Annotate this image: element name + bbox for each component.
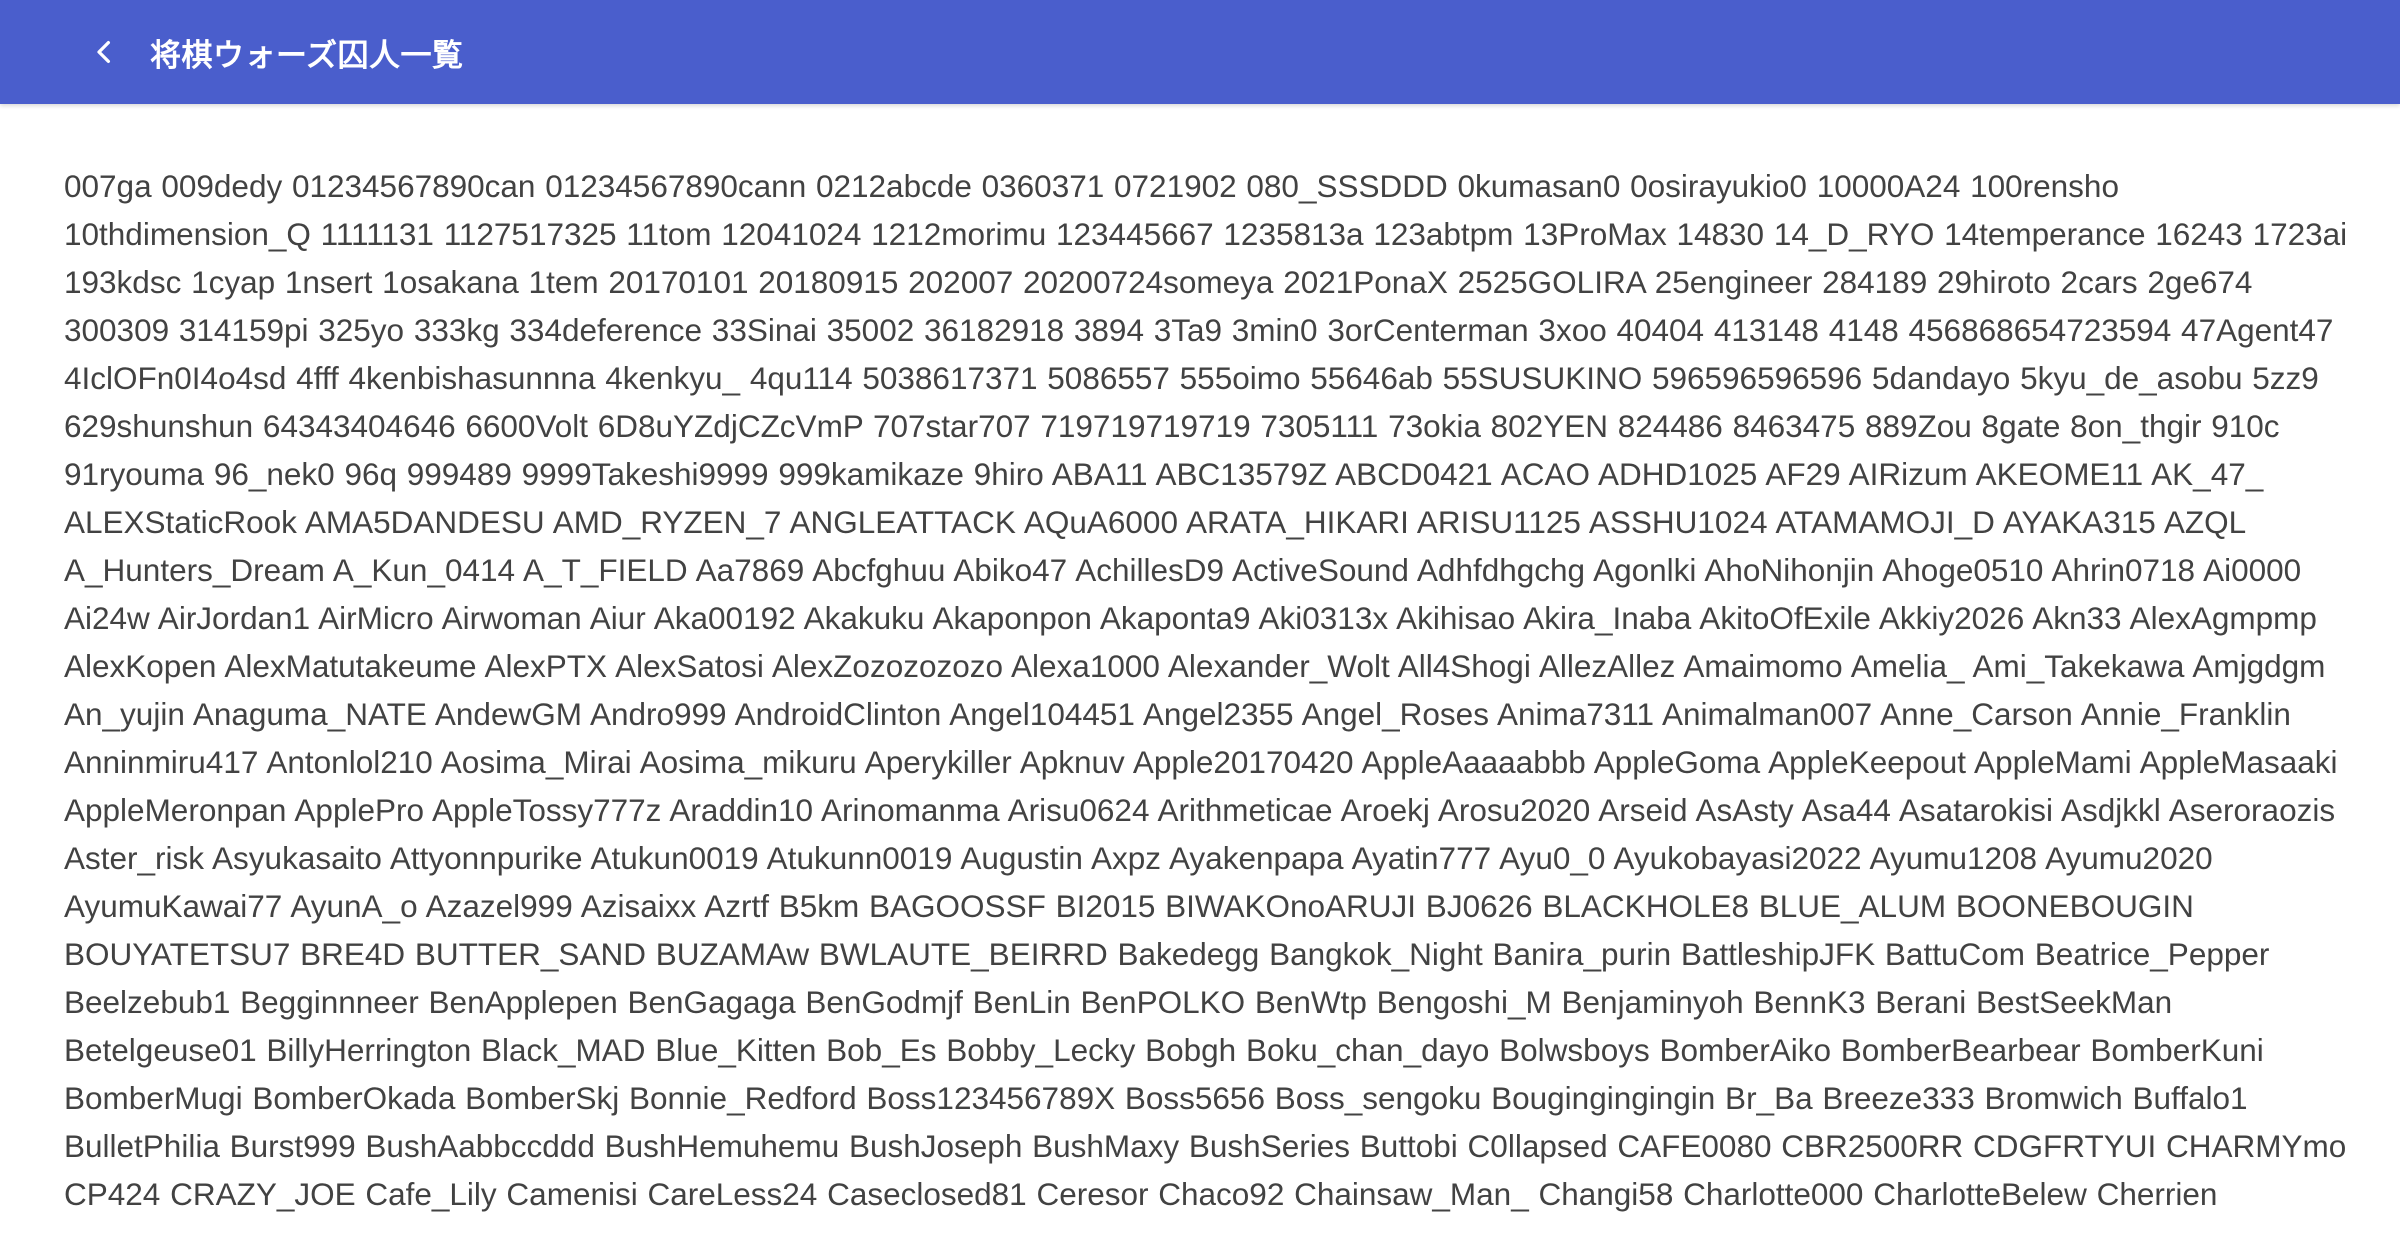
back-button[interactable] (60, 8, 148, 96)
app-bar: 将棋ウォーズ囚人一覧 (0, 0, 2400, 104)
main-content: 007ga 009dedy 01234567890can 01234567890… (64, 162, 2364, 1260)
page-title: 将棋ウォーズ囚人一覧 (150, 37, 464, 74)
chevron-left-icon (97, 41, 110, 63)
prisoner-list: 007ga 009dedy 01234567890can 01234567890… (64, 168, 2348, 1212)
